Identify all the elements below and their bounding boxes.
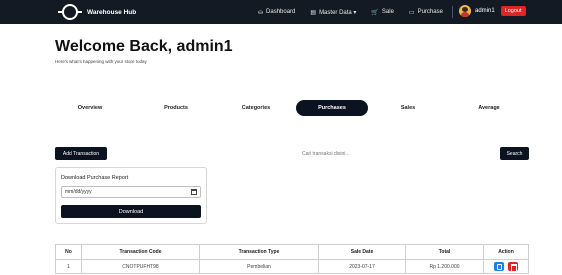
col-sale-date: Sale Date xyxy=(318,244,406,260)
cell-transaction-type: Pembelian xyxy=(199,259,319,274)
col-total: Total xyxy=(405,244,484,260)
date-value: mm/dd/yyyy xyxy=(65,189,92,195)
cell-total: Rp 1.200.000 xyxy=(405,259,484,274)
nav-sale[interactable]: 🛒 Sale xyxy=(371,9,394,16)
add-transaction-button[interactable]: Add Transaction xyxy=(55,147,107,160)
dashboard-icon: ⛀ xyxy=(258,9,264,16)
edit-icon[interactable] xyxy=(494,262,505,271)
download-card-title: Download Purchase Report xyxy=(61,175,129,181)
tab-bar: Overview Products Categories Purchases S… xyxy=(55,100,529,116)
nav-dashboard[interactable]: ⛀ Dashboard xyxy=(258,9,295,16)
report-date-field[interactable]: mm/dd/yyyy xyxy=(61,186,201,198)
download-button[interactable]: Download xyxy=(61,205,201,218)
transactions-table: No Transaction Code Transaction Type Sal… xyxy=(55,244,529,274)
nav-master-data[interactable]: ▤ Master Data ▾ xyxy=(310,9,356,16)
cell-action xyxy=(483,259,529,274)
nav-purchase-label: Purchase xyxy=(417,9,443,15)
col-action: Action xyxy=(483,244,529,260)
tab-sales[interactable]: Sales xyxy=(372,100,444,116)
nav-dashboard-label: Dashboard xyxy=(266,9,296,15)
cell-no: 1 xyxy=(55,259,82,274)
logout-button[interactable]: Logout xyxy=(500,6,526,16)
download-report-card: Download Purchase Report mm/dd/yyyy Down… xyxy=(55,167,207,224)
tab-categories[interactable]: Categories xyxy=(220,100,292,116)
tab-purchases[interactable]: Purchases xyxy=(296,100,368,116)
nav-sale-label: Sale xyxy=(381,9,394,15)
avatar[interactable] xyxy=(459,5,471,17)
page-subtitle: Here's what's happening with your store … xyxy=(55,59,147,64)
search-input[interactable] xyxy=(284,147,494,160)
cell-sale-date: 2023-07-17 xyxy=(318,259,406,274)
tab-average[interactable]: Average xyxy=(449,100,529,116)
delete-icon[interactable] xyxy=(507,262,518,272)
col-no: No xyxy=(55,244,82,260)
nav-divider xyxy=(452,6,453,18)
brand[interactable]: Warehouse Hub xyxy=(58,3,136,21)
master-data-icon: ▤ xyxy=(310,9,317,16)
user-name: admin1 xyxy=(475,8,495,14)
nav-purchase[interactable]: ▭ Purchase xyxy=(409,9,443,16)
top-navbar: Warehouse Hub ⛀ Dashboard ▤ Master Data … xyxy=(0,0,562,24)
cart-icon: 🛒 xyxy=(371,9,379,16)
tab-products[interactable]: Products xyxy=(140,100,212,116)
col-transaction-type: Transaction Type xyxy=(199,244,319,260)
search-button[interactable]: Search xyxy=(500,147,529,160)
page-title: Welcome Back, admin1 xyxy=(55,38,233,55)
calendar-icon[interactable] xyxy=(191,189,197,195)
table-header-row: No Transaction Code Transaction Type Sal… xyxy=(55,244,529,260)
tab-overview[interactable]: Overview xyxy=(55,100,125,116)
nav-links: ⛀ Dashboard ▤ Master Data ▾ 🛒 Sale ▭ Pur… xyxy=(258,0,458,24)
logo-icon xyxy=(58,4,82,20)
brand-name: Warehouse Hub xyxy=(87,8,137,16)
user-menu: admin1 Logout xyxy=(459,5,526,17)
nav-master-data-label: Master Data ▾ xyxy=(319,9,357,16)
col-transaction-code: Transaction Code xyxy=(81,244,200,260)
table-row: 1 CNOTPUFHT98 Pembelian 2023-07-17 Rp 1.… xyxy=(55,259,529,274)
cell-transaction-code: CNOTPUFHT98 xyxy=(81,259,200,274)
purchase-icon: ▭ xyxy=(408,9,415,16)
